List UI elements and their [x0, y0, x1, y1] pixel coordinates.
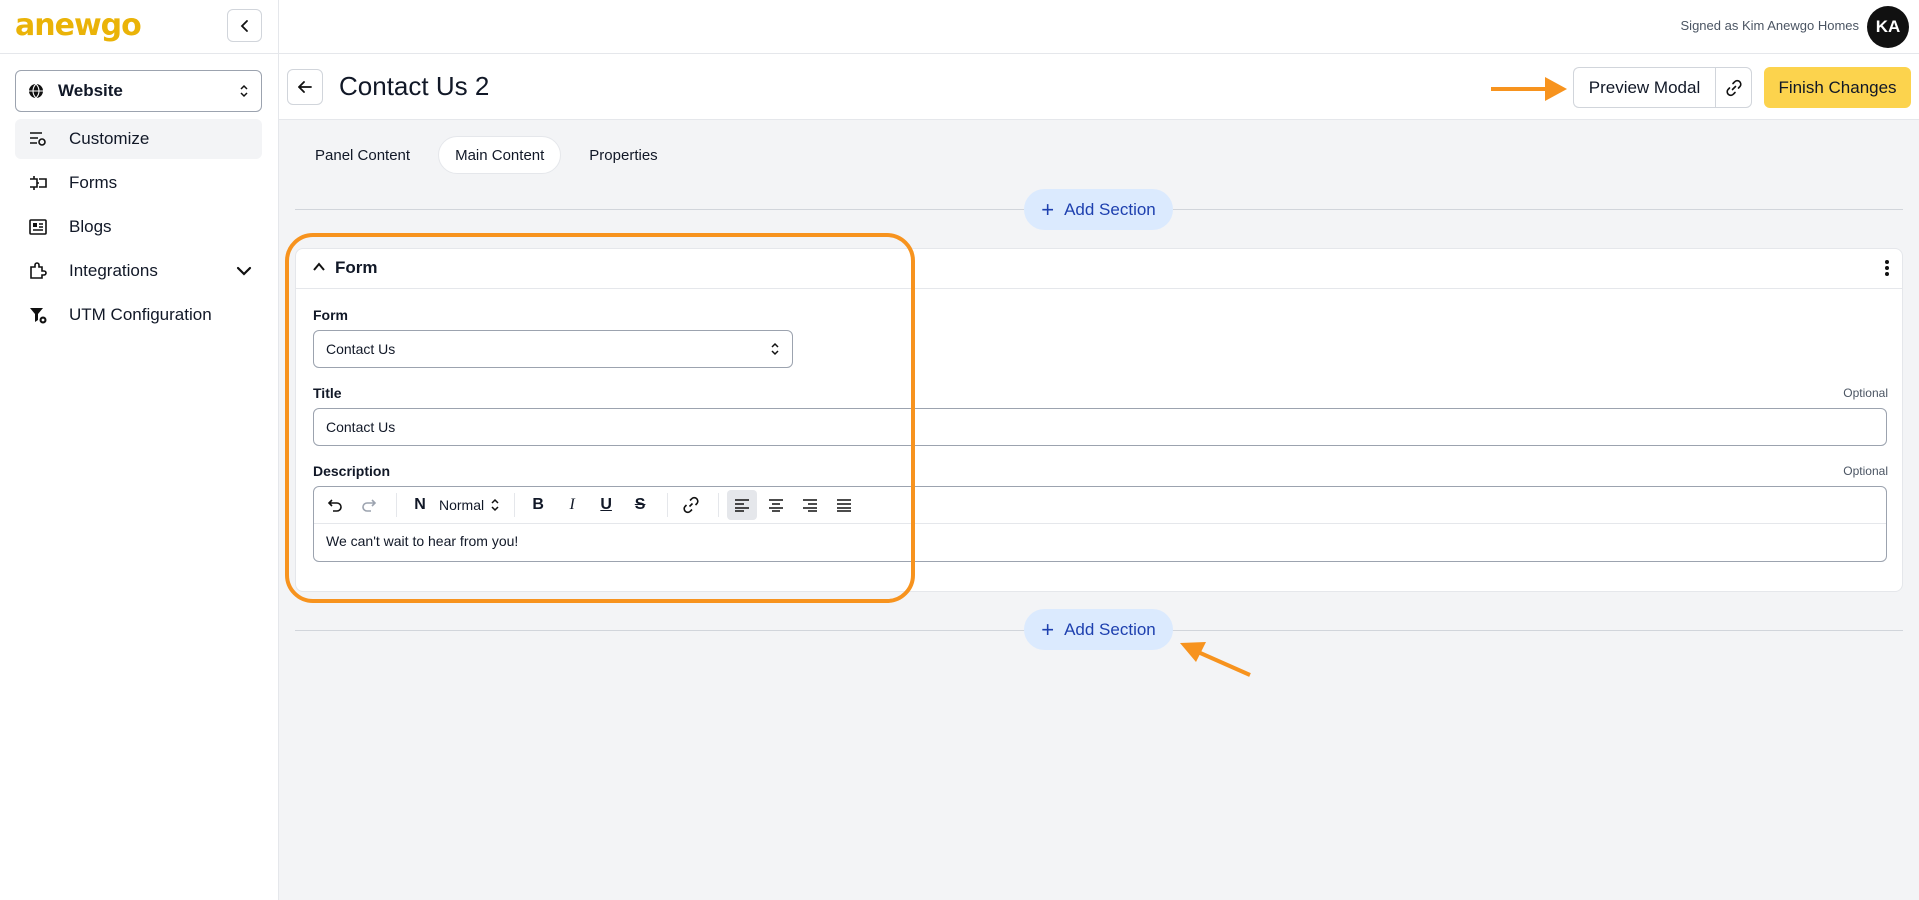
description-editor-content[interactable]: We can't wait to hear from you! — [314, 524, 1886, 558]
integrations-icon — [30, 262, 47, 279]
section-title: Form — [335, 258, 378, 277]
sidebar-item-blogs[interactable]: Blogs — [15, 207, 262, 247]
more-vertical-icon[interactable] — [1884, 259, 1890, 277]
align-center-button[interactable] — [761, 490, 791, 520]
utm-icon — [30, 308, 47, 324]
plus-icon: + — [1041, 196, 1055, 222]
strikethrough-button[interactable]: S — [625, 490, 655, 520]
align-right-button[interactable] — [795, 490, 825, 520]
collapse-sidebar-button[interactable] — [227, 9, 262, 42]
sidebar-item-integrations[interactable]: Integrations — [15, 251, 262, 291]
arrow-left-icon — [298, 81, 312, 93]
text-format-value: Normal — [439, 497, 485, 513]
avatar[interactable]: KA — [1867, 6, 1909, 48]
editor-toolbar: N Normal B I U S — [314, 487, 1886, 524]
title-field-label: Title — [313, 385, 342, 401]
sidebar-nav: Customize Forms Blogs Integrations UTM C… — [15, 119, 262, 339]
forms-icon — [30, 176, 47, 190]
bold-button[interactable]: B — [523, 490, 553, 520]
annotation-arrow-icon — [1491, 77, 1567, 101]
align-justify-icon — [837, 499, 852, 512]
align-left-button[interactable] — [727, 490, 758, 520]
description-optional-label: Optional — [1843, 464, 1888, 478]
redo-icon — [362, 499, 377, 512]
page-title: Contact Us 2 — [339, 71, 490, 101]
annotation-arrow-icon — [1180, 642, 1251, 677]
add-section-label: Add Section — [1064, 199, 1156, 219]
content-tabs: Panel Content Main Content Properties — [299, 136, 686, 174]
site-select-value: Website — [58, 81, 123, 100]
sidebar-item-label: Customize — [69, 129, 150, 148]
description-editor: N Normal B I U S We can't wait to hear f… — [313, 486, 1887, 562]
finish-changes-button[interactable]: Finish Changes — [1764, 67, 1911, 108]
sidebar-item-forms[interactable]: Forms — [15, 163, 262, 203]
sidebar-item-customize[interactable]: Customize — [15, 119, 262, 159]
undo-button[interactable] — [320, 490, 350, 520]
tab-panel-content[interactable]: Panel Content — [299, 136, 426, 174]
add-section-button[interactable]: + Add Section — [1024, 609, 1173, 650]
sidebar: anewgo Website Customize Forms Blogs Int… — [0, 0, 279, 900]
title-input[interactable]: Contact Us — [313, 408, 1887, 446]
description-field-label: Description — [313, 463, 391, 479]
chevron-down-icon[interactable] — [236, 266, 252, 276]
select-chevron-icon — [240, 84, 248, 98]
tab-properties[interactable]: Properties — [573, 136, 673, 174]
sidebar-item-label: Integrations — [69, 261, 158, 280]
link-icon — [683, 496, 699, 514]
form-field-label: Form — [313, 307, 348, 323]
chevron-up-icon[interactable] — [312, 261, 326, 273]
form-select[interactable]: Contact Us — [313, 330, 793, 368]
select-chevron-icon — [491, 498, 499, 512]
section-header[interactable]: Form — [296, 249, 1902, 289]
plus-icon: + — [1041, 616, 1055, 642]
copy-link-button[interactable] — [1715, 67, 1752, 108]
insert-link-button[interactable] — [676, 490, 706, 520]
paragraph-icon: N — [414, 496, 426, 513]
text-format-select[interactable]: N Normal — [405, 490, 500, 520]
sidebar-item-label: Forms — [69, 173, 118, 192]
page-header: Contact Us 2 Preview Modal Finish Change… — [279, 54, 1919, 120]
signed-as-text: Signed as Kim Anewgo Homes — [1680, 18, 1859, 33]
align-left-icon — [735, 499, 750, 512]
globe-icon — [29, 83, 43, 99]
sidebar-item-utm-configuration[interactable]: UTM Configuration — [15, 295, 262, 335]
preview-modal-button[interactable]: Preview Modal — [1573, 67, 1715, 108]
title-optional-label: Optional — [1843, 386, 1888, 400]
align-justify-button[interactable] — [829, 490, 859, 520]
link-icon — [1725, 79, 1742, 96]
toolbar-divider — [396, 493, 397, 517]
add-section-label: Add Section — [1064, 619, 1156, 639]
sidebar-item-label: UTM Configuration — [69, 305, 212, 324]
title-input-value: Contact Us — [326, 419, 396, 435]
chevron-left-icon — [240, 19, 248, 32]
redo-button[interactable] — [354, 490, 384, 520]
underline-button[interactable]: U — [591, 490, 621, 520]
align-center-icon — [769, 499, 784, 512]
tab-main-content[interactable]: Main Content — [438, 136, 562, 174]
site-select[interactable]: Website — [15, 70, 262, 112]
toolbar-divider — [667, 493, 669, 517]
undo-icon — [327, 499, 342, 512]
italic-button[interactable]: I — [557, 490, 587, 520]
customize-icon — [30, 132, 46, 146]
form-section-card: Form Form Contact Us Title Optional Cont… — [295, 248, 1903, 592]
toolbar-divider — [718, 493, 720, 517]
toolbar-divider — [514, 493, 516, 517]
logo-row: anewgo — [0, 0, 278, 54]
form-select-value: Contact Us — [326, 341, 396, 357]
anewgo-logo[interactable]: anewgo — [15, 8, 142, 43]
back-button[interactable] — [287, 69, 323, 105]
sidebar-item-label: Blogs — [69, 217, 112, 236]
select-chevron-icon — [771, 342, 779, 356]
blogs-icon — [29, 219, 47, 235]
align-right-icon — [803, 499, 818, 512]
top-bar: Signed as Kim Anewgo Homes KA — [279, 0, 1919, 54]
add-section-button[interactable]: + Add Section — [1024, 189, 1173, 230]
